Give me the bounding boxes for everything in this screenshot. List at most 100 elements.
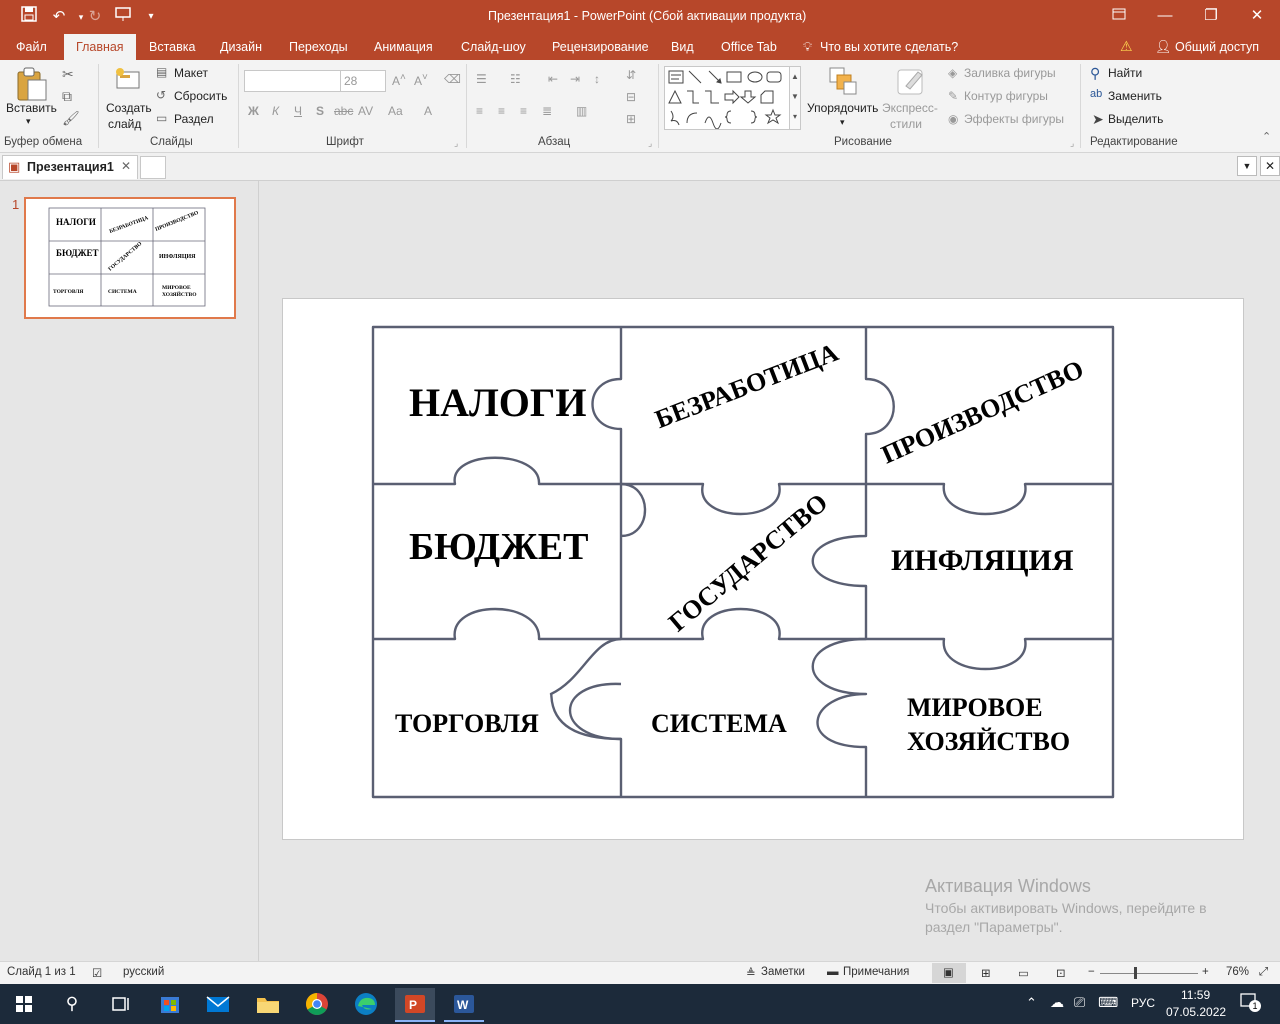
zoom-slider[interactable] [1100, 973, 1198, 974]
customize-toolbar-icon[interactable]: ▾ [140, 6, 162, 28]
line-spacing-icon[interactable]: ↕ [594, 72, 600, 86]
replace-button[interactable]: Заменить [1108, 89, 1162, 103]
comments-button[interactable]: Примечания [843, 966, 909, 978]
shrink-font-icon[interactable]: A˅ [414, 72, 428, 88]
underline-button[interactable]: Ч [294, 104, 302, 118]
reset-button[interactable]: Сбросить [174, 89, 227, 103]
clear-format-icon[interactable]: ⌫ [444, 72, 461, 86]
zoom-level[interactable]: 76% [1226, 966, 1249, 978]
tab-review[interactable]: Рецензирование [546, 34, 655, 60]
font-color-icon[interactable]: A [424, 104, 432, 118]
close-tab-icon[interactable]: ✕ [121, 159, 131, 173]
drawing-dialog-launcher-icon[interactable]: ⌟ [1070, 138, 1074, 149]
paragraph-dialog-launcher-icon[interactable]: ⌟ [648, 138, 652, 149]
increase-indent-icon[interactable]: ⇥ [570, 72, 580, 86]
normal-view-button[interactable]: ▣ [932, 963, 966, 983]
language-indicator[interactable]: русский [123, 966, 164, 978]
tab-list-icon[interactable]: ▼ [1237, 156, 1257, 176]
spellcheck-icon[interactable]: ☑ [92, 966, 102, 980]
quick-styles-label-2[interactable]: стили [890, 117, 922, 131]
maximize-icon[interactable]: ❐ [1188, 0, 1234, 34]
layout-button[interactable]: Макет [174, 66, 208, 80]
onedrive-icon[interactable]: ☁ [1050, 994, 1064, 1011]
align-left-icon[interactable]: ≡ [476, 104, 483, 118]
bold-button[interactable]: Ж [248, 104, 259, 118]
font-size-input[interactable]: 28 [340, 70, 386, 92]
shape-fill-button[interactable]: Заливка фигуры [964, 66, 1056, 80]
zoom-in-icon[interactable]: + [1202, 966, 1209, 978]
justify-icon[interactable]: ≣ [542, 104, 552, 118]
redo-icon[interactable]: ↻ [84, 6, 106, 28]
format-painter-icon[interactable]: 🖌︎ [62, 110, 80, 127]
shape-outline-button[interactable]: Контур фигуры [964, 89, 1048, 103]
paste-dropdown-icon[interactable]: ▾ [26, 116, 31, 127]
find-button[interactable]: Найти [1108, 66, 1142, 80]
arrange-button[interactable]: Упорядочить [807, 101, 878, 115]
arrange-dropdown-icon[interactable]: ▾ [840, 117, 845, 128]
edge-icon[interactable] [346, 988, 386, 1020]
shapes-gallery[interactable] [664, 66, 790, 130]
italic-button[interactable]: К [272, 104, 279, 118]
align-right-icon[interactable]: ≡ [520, 104, 527, 118]
language-switcher[interactable]: РУС [1131, 996, 1155, 1010]
word-taskbar-icon[interactable]: W [444, 988, 484, 1022]
tell-me-input[interactable]: Что вы хотите сделать? [820, 40, 958, 54]
collapse-ribbon-icon[interactable]: ⌃ [1262, 130, 1271, 143]
tab-animations[interactable]: Анимация [368, 34, 439, 60]
strikethrough-button[interactable]: abc [334, 104, 353, 118]
ribbon-display-icon[interactable] [1096, 0, 1142, 34]
reading-view-icon[interactable]: ▭ [1018, 966, 1029, 980]
font-name-input[interactable] [244, 70, 342, 92]
minimize-icon[interactable]: — [1142, 0, 1188, 34]
change-case-icon[interactable]: Aa [388, 104, 403, 118]
keyboard-icon[interactable]: ⌨ [1098, 994, 1118, 1011]
zoom-out-icon[interactable]: − [1088, 966, 1095, 978]
new-slide-label-2[interactable]: слайд [108, 117, 141, 131]
tab-view[interactable]: Вид [665, 34, 700, 60]
section-button[interactable]: Раздел [174, 112, 214, 126]
grow-font-icon[interactable]: A˄ [392, 72, 406, 88]
search-icon[interactable]: ⚲ [52, 988, 92, 1020]
mail-icon[interactable] [198, 988, 238, 1020]
network-icon[interactable]: ⎚ [1074, 994, 1085, 1011]
char-spacing-icon[interactable]: AV [358, 104, 373, 118]
powerpoint-taskbar-icon[interactable]: P [395, 988, 435, 1022]
task-view-icon[interactable] [100, 988, 140, 1020]
warning-icon[interactable]: ⚠ [1120, 38, 1133, 55]
slide-canvas[interactable]: НАЛОГИ БЮДЖЕТ ИНФЛЯЦИЯ ТОРГОВЛЯ СИСТЕМА … [282, 298, 1244, 840]
quick-styles-label-1[interactable]: Экспресс- [882, 101, 938, 115]
new-tab-button[interactable] [140, 156, 166, 179]
slideshow-view-icon[interactable]: ⊡ [1056, 966, 1066, 980]
tab-transitions[interactable]: Переходы [283, 34, 354, 60]
windows-start-icon[interactable] [4, 988, 44, 1020]
fit-to-window-icon[interactable]: ⤢ [1259, 966, 1268, 979]
new-slide-icon[interactable] [114, 66, 142, 94]
store-icon[interactable] [150, 988, 190, 1020]
arrange-icon[interactable] [828, 66, 858, 96]
new-slide-label-1[interactable]: Создать [106, 101, 152, 115]
font-dialog-launcher-icon[interactable]: ⌟ [454, 138, 458, 149]
slide-sorter-icon[interactable]: ⊞ [981, 966, 991, 980]
zoom-slider-thumb[interactable] [1134, 967, 1137, 979]
select-button[interactable]: Выделить [1108, 112, 1163, 126]
paste-icon[interactable] [14, 66, 48, 102]
paste-button[interactable]: Вставить [6, 101, 57, 115]
tab-home[interactable]: Главная [64, 34, 136, 60]
tab-design[interactable]: Дизайн [214, 34, 268, 60]
tab-slideshow[interactable]: Слайд-шоу [455, 34, 532, 60]
shapes-gallery-scroll[interactable]: ▲ ▼ ▾ [789, 66, 801, 130]
document-tab[interactable]: ▣ Презентация1 ✕ [2, 155, 138, 179]
undo-icon[interactable]: ↶ [48, 6, 70, 28]
smartart-icon[interactable]: ⊞ [626, 112, 636, 126]
align-center-icon[interactable]: ≡ [498, 104, 505, 118]
align-text-icon[interactable]: ⊟ [626, 90, 636, 104]
quick-styles-icon[interactable] [896, 66, 928, 98]
notifications-icon[interactable]: 1 [1240, 992, 1261, 1012]
tab-office-tab[interactable]: Office Tab [715, 34, 783, 60]
notes-button[interactable]: Заметки [761, 966, 805, 978]
decrease-indent-icon[interactable]: ⇤ [548, 72, 558, 86]
show-hidden-icons[interactable]: ⌃ [1026, 995, 1037, 1011]
close-icon[interactable]: ✕ [1234, 0, 1280, 34]
text-direction-icon[interactable]: ⇵ [626, 68, 636, 82]
columns-icon[interactable]: ▥ [576, 104, 587, 118]
